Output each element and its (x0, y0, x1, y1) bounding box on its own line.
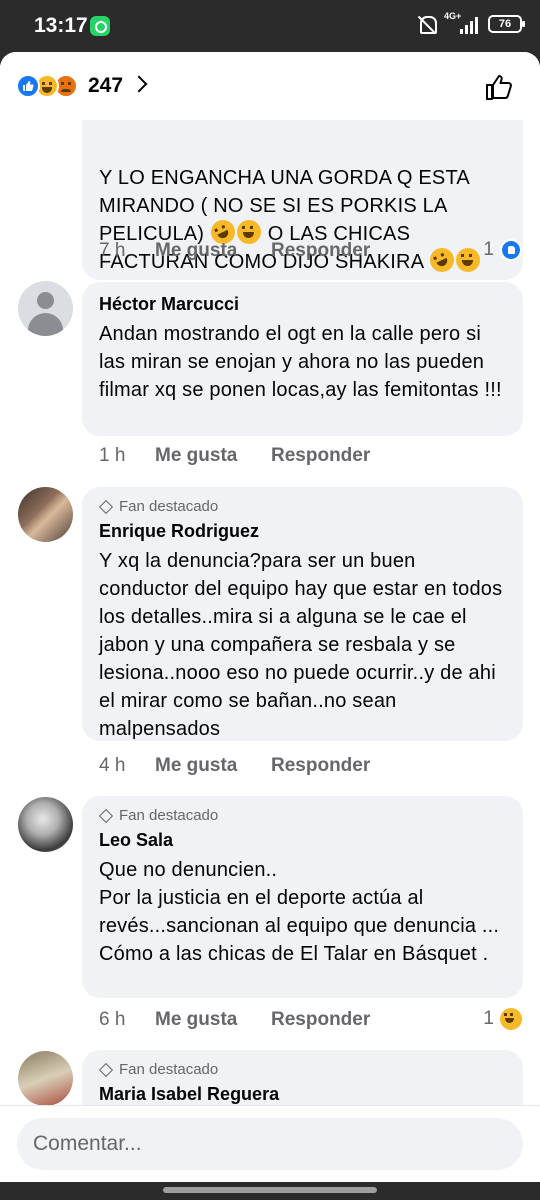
like-button-icon[interactable] (484, 72, 514, 102)
comment-actions: 4 h Me gusta Responder (99, 755, 370, 777)
reactions-header[interactable]: 247 (0, 52, 540, 120)
avatar[interactable] (18, 1051, 73, 1106)
comment-reactions[interactable]: 1 (483, 1008, 522, 1030)
comment-time: 1 h (99, 445, 126, 466)
network-type: 4G+ (444, 11, 462, 21)
avatar[interactable] (18, 281, 73, 336)
comment-author[interactable]: Héctor Marcucci (99, 292, 507, 316)
avatar[interactable] (18, 797, 73, 852)
reply-button[interactable]: Responder (271, 445, 370, 467)
joy-emoji-icon (455, 248, 480, 272)
status-bar: 13:17 4G+ 76 (0, 0, 540, 52)
comments-sheet: Y LO ENGANCHA UNA GORDA Q ESTA MIRANDO (… (0, 52, 540, 1182)
like-reaction-icon (500, 239, 522, 261)
reply-button[interactable]: Responder (271, 1009, 370, 1031)
reaction-count: 1 (483, 1008, 494, 1029)
comment-actions: 1 h Me gusta Responder (99, 445, 370, 467)
comment-time: 7 h (99, 240, 126, 261)
comment-author[interactable]: Maria Isabel Reguera (99, 1082, 507, 1106)
diamond-icon (98, 499, 114, 515)
comment-bubble[interactable]: Fan destacado Enrique Rodriguez Y xq la … (82, 487, 523, 741)
like-reaction-icon (16, 74, 40, 98)
reaction-total[interactable]: 247 (88, 74, 123, 98)
battery-icon: 76 (488, 15, 525, 33)
avatar[interactable] (18, 487, 73, 542)
comment-text: Que no denuncien.. Por la justicia en el… (99, 859, 500, 965)
chevron-right-icon[interactable] (130, 75, 148, 93)
status-time: 13:17 (34, 14, 88, 37)
comment-input[interactable] (17, 1118, 523, 1170)
diamond-icon (98, 808, 114, 824)
like-comment-button[interactable]: Me gusta (155, 1009, 271, 1031)
reaction-icons (16, 74, 78, 98)
whatsapp-notification-icon (90, 16, 110, 36)
top-fan-badge: Fan destacado (98, 806, 507, 826)
home-indicator[interactable] (163, 1187, 377, 1193)
comment-actions: 7 h Me gusta Responder (99, 240, 370, 262)
reply-button[interactable]: Responder (271, 755, 370, 777)
like-comment-button[interactable]: Me gusta (155, 755, 271, 777)
rofl-emoji-icon (425, 244, 458, 276)
comment-time: 6 h (99, 1009, 126, 1030)
notifications-muted-icon (418, 14, 437, 34)
top-fan-badge: Fan destacado (98, 1060, 507, 1080)
reply-button[interactable]: Responder (271, 240, 370, 262)
comment-composer (0, 1105, 540, 1182)
comment-author[interactable]: Leo Sala (99, 828, 507, 852)
comment-bubble[interactable]: Héctor Marcucci Andan mostrando el ogt e… (82, 282, 523, 436)
status-icons: 4G+ 76 (418, 11, 525, 34)
reaction-count: 1 (483, 239, 494, 260)
like-comment-button[interactable]: Me gusta (155, 240, 271, 262)
comment-author[interactable]: Enrique Rodriguez (99, 519, 507, 543)
comment-bubble[interactable]: Fan destacado Leo Sala Que no denuncien.… (82, 796, 523, 998)
comment-reactions[interactable]: 1 (483, 239, 522, 261)
comment-actions: 6 h Me gusta Responder (99, 1009, 370, 1031)
comment-text: Andan mostrando el ogt en la calle pero … (99, 323, 502, 401)
signal-icon: 4G+ (444, 11, 478, 34)
comment-text: Y xq la denuncia?para ser un buen conduc… (99, 550, 503, 740)
like-comment-button[interactable]: Me gusta (155, 445, 271, 467)
top-fan-badge: Fan destacado (98, 497, 507, 517)
diamond-icon (98, 1062, 114, 1078)
comment-time: 4 h (99, 755, 126, 776)
haha-reaction-icon (500, 1008, 522, 1030)
navigation-gesture-bar[interactable] (0, 1182, 540, 1200)
